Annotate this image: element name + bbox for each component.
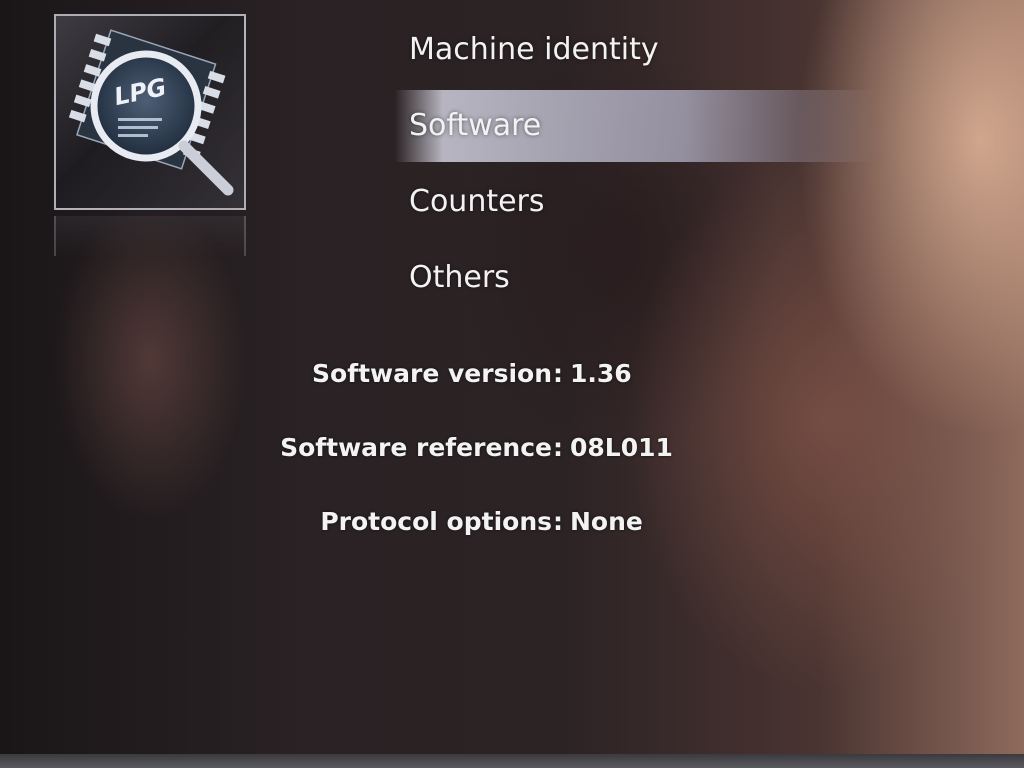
- info-label: Software reference: [280, 433, 552, 462]
- info-separator: :: [553, 507, 563, 536]
- info-separator: :: [553, 433, 563, 462]
- software-section-icon-tile: LPG: [54, 14, 246, 210]
- info-label: Protocol options: [320, 507, 552, 536]
- info-value: 1.36: [570, 359, 632, 388]
- chip-magnifier-icon: [68, 29, 234, 196]
- info-row-protocol-options: Protocol options : None: [230, 500, 730, 574]
- info-separator: :: [553, 359, 563, 388]
- icon-tile-reflection: [54, 216, 246, 256]
- menu-item-counters[interactable]: Counters: [395, 174, 875, 250]
- info-value: None: [570, 507, 643, 536]
- menu-item-machine-identity[interactable]: Machine identity: [395, 22, 875, 98]
- menu-item-software[interactable]: Software: [395, 90, 875, 162]
- menu-item-label: Others: [409, 260, 510, 295]
- menu-item-others[interactable]: Others: [395, 250, 875, 326]
- software-info-panel: Software version : 1.36 Software referen…: [230, 352, 730, 574]
- menu-item-label: Software: [409, 108, 542, 143]
- info-row-software-version: Software version : 1.36: [230, 352, 730, 426]
- info-row-software-reference: Software reference : 08L011: [230, 426, 730, 500]
- bottom-bezel: [0, 754, 1024, 768]
- menu-item-label: Machine identity: [409, 32, 659, 67]
- main-menu: Machine identity Software Counters Other…: [395, 22, 875, 326]
- info-value: 08L011: [570, 433, 673, 462]
- menu-item-label: Counters: [409, 184, 545, 219]
- info-label: Software version: [312, 359, 552, 388]
